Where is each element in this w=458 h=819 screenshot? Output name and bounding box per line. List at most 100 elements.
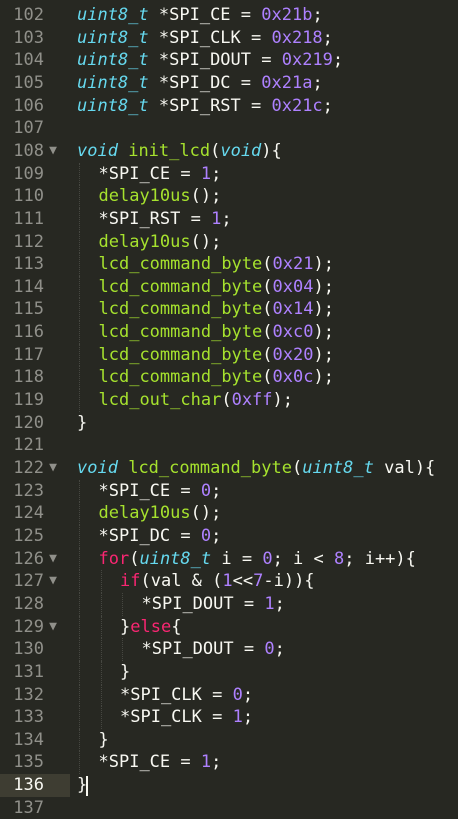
code-token: lcd_command_byte (98, 299, 263, 320)
indent-guide (100, 592, 102, 616)
line-number: 105 (13, 72, 44, 93)
code-token: i = (211, 548, 263, 569)
indent-guide (100, 570, 102, 593)
code-line[interactable]: 137 (0, 797, 458, 819)
fold-triangle-down-icon[interactable]: ▼ (46, 616, 60, 639)
code-line[interactable]: 128 *SPI_DOUT = 1; (0, 593, 458, 616)
code-token: 0x219 (281, 50, 333, 71)
code-line[interactable]: 135 *SPI_CE = 1; (0, 751, 458, 774)
code-line[interactable]: 132 *SPI_CLK = 0; (0, 684, 458, 707)
line-number: 125 (13, 525, 44, 546)
indent-guide (79, 207, 80, 231)
code-token: ; (211, 525, 222, 546)
line-number: 113 (13, 254, 44, 275)
code-token: ; (242, 707, 254, 728)
fold-triangle-down-icon[interactable]: ▼ (46, 457, 60, 480)
code-line[interactable]: 129 ▼}else{ (0, 616, 458, 639)
line-number: 108 (13, 140, 44, 161)
indent-guide (100, 683, 102, 707)
code-line[interactable]: 112 delay10us(); (0, 231, 458, 254)
code-token: ( (262, 322, 273, 343)
code-token: 0x14 (272, 299, 314, 320)
fold-triangle-down-icon[interactable]: ▼ (46, 548, 60, 571)
code-line[interactable]: 133 *SPI_CLK = 1; (0, 706, 458, 729)
indent-guide (79, 706, 80, 729)
code-line[interactable]: 116 lcd_command_byte(0xc0); (0, 321, 458, 344)
code-token: ; (211, 480, 222, 501)
code-token: << (232, 571, 254, 592)
code-token: { (171, 616, 182, 637)
code-token: 0 (264, 639, 275, 660)
indent-guide (122, 638, 123, 661)
code-line[interactable]: 115 lcd_command_byte(0x14); (0, 298, 458, 321)
code-line[interactable]: 121 (0, 434, 458, 457)
code-line[interactable]: 127 ▼ if(val & (1<<7-i)){ (0, 570, 458, 593)
code-text: lcd_command_byte(0x20); (99, 344, 334, 367)
code-token: } (120, 616, 131, 637)
code-text: uint8_t *SPI_RST = 0x21c; (77, 95, 333, 118)
code-line[interactable]: 114 lcd_command_byte(0x04); (0, 276, 458, 299)
code-line[interactable]: 102 uint8_t *SPI_CE = 0x21b; (0, 4, 458, 27)
code-token: 0x21 (272, 254, 314, 275)
code-line[interactable]: 125 *SPI_DC = 0; (0, 525, 458, 548)
code-line[interactable]: 110 delay10us(); (0, 185, 458, 208)
code-token: 0x0c (272, 367, 314, 388)
fold-triangle-down-icon[interactable]: ▼ (46, 140, 60, 163)
code-line[interactable]: 119 lcd_out_char(0xff); (0, 389, 458, 412)
code-token: *SPI_CLK = (120, 707, 233, 728)
indent-guide (79, 615, 80, 639)
line-number: 103 (13, 27, 44, 48)
code-token: delay10us (98, 231, 191, 252)
code-text: } (77, 412, 87, 435)
code-line[interactable]: 105 uint8_t *SPI_DC = 0x21a; (0, 72, 458, 95)
code-line[interactable]: 107 (0, 117, 458, 140)
code-line[interactable]: 136} (0, 774, 458, 797)
code-token: 0x04 (272, 276, 314, 297)
text-cursor (86, 776, 88, 797)
code-text: *SPI_CE = 1; (99, 163, 222, 186)
code-line[interactable]: 122 ▼ void lcd_command_byte(uint8_t val){ (0, 457, 458, 480)
code-text: delay10us(); (99, 231, 222, 254)
code-token: 1 (222, 571, 233, 592)
code-line[interactable]: 118 lcd_command_byte(0x0c); (0, 366, 458, 389)
code-token: ; (322, 27, 333, 48)
fold-triangle-down-icon[interactable]: ▼ (46, 570, 60, 593)
line-number: 130 (13, 639, 44, 660)
code-line[interactable]: 109 *SPI_CE = 1; (0, 163, 458, 186)
code-line[interactable]: 123 *SPI_CE = 0; (0, 480, 458, 503)
code-line[interactable]: 126 ▼ for(uint8_t i = 0; i < 8; i++){ (0, 548, 458, 571)
code-line[interactable]: 117 lcd_command_byte(0x20); (0, 344, 458, 367)
code-line[interactable]: 120} (0, 412, 458, 435)
code-token: } (77, 412, 88, 433)
code-line[interactable]: 134} (0, 729, 458, 752)
code-line[interactable]: 108 ▼ void init_lcd(void){ (0, 140, 458, 163)
indent-guide (79, 343, 80, 367)
code-token: } (120, 661, 131, 682)
code-line[interactable]: 131} (0, 661, 458, 684)
code-line[interactable]: 103 uint8_t *SPI_CLK = 0x218; (0, 27, 458, 50)
code-line[interactable]: 104 uint8_t *SPI_DOUT = 0x219; (0, 49, 458, 72)
line-number: 135 (13, 752, 44, 773)
code-token: ; (221, 208, 232, 229)
code-token: lcd_command_byte (98, 344, 263, 365)
code-token: *SPI_RST = (148, 95, 272, 116)
code-token: lcd_out_char (98, 390, 222, 411)
code-editor[interactable]: 102 uint8_t *SPI_CE = 0x21b; 103 uint8_t *S… (0, 0, 458, 818)
line-number: 109 (13, 163, 44, 184)
line-number: 121 (13, 435, 44, 456)
code-line[interactable]: 106 uint8_t *SPI_RST = 0x21c; (0, 95, 458, 118)
code-token: 0 (200, 525, 212, 546)
code-text: lcd_command_byte(0x0c); (99, 366, 334, 389)
code-token: uint8_t (139, 548, 212, 569)
indent-guide (79, 502, 80, 525)
code-text: } (99, 729, 109, 752)
code-token: delay10us (98, 503, 191, 524)
code-token: ); (313, 254, 334, 275)
code-line[interactable]: 111 *SPI_RST = 1; (0, 208, 458, 231)
code-line[interactable]: 113 lcd_command_byte(0x21); (0, 253, 458, 276)
code-line[interactable]: 124 delay10us(); (0, 502, 458, 525)
indent-guide (79, 638, 80, 661)
indent-guide (122, 592, 123, 616)
code-line[interactable]: 130 *SPI_DOUT = 0; (0, 638, 458, 661)
